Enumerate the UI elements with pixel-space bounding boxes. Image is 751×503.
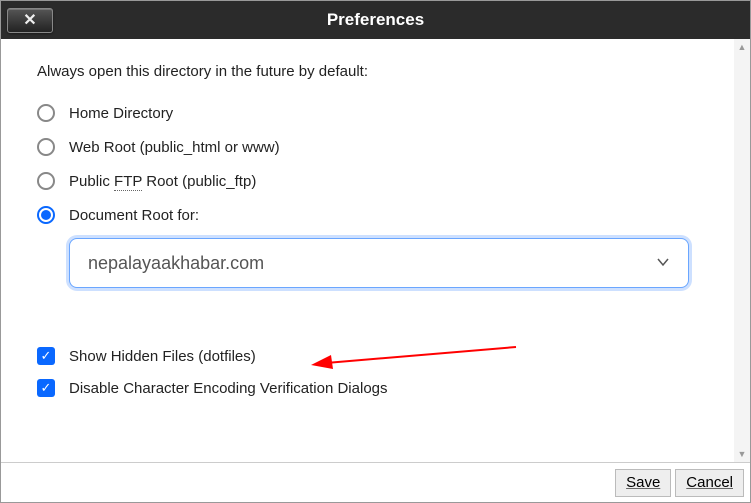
close-icon: ✕ xyxy=(23,10,36,30)
dialog-title: Preferences xyxy=(1,10,750,30)
titlebar: ✕ Preferences xyxy=(1,1,750,39)
radio-web-root[interactable]: Web Root (public_html or www) xyxy=(37,130,720,164)
radio-label: Public FTP Root (public_ftp) xyxy=(69,173,256,190)
checkbox-disable-encoding-verification[interactable]: ✓ Disable Character Encoding Verificatio… xyxy=(37,372,720,404)
checkbox-icon: ✓ xyxy=(37,379,55,397)
default-dir-label: Always open this directory in the future… xyxy=(37,63,720,80)
radio-label: Home Directory xyxy=(69,105,173,122)
radio-icon xyxy=(37,138,55,156)
scrollbar[interactable]: ▲ ▼ xyxy=(734,39,750,462)
scroll-up-icon: ▲ xyxy=(734,39,750,55)
radio-icon xyxy=(37,172,55,190)
cancel-button[interactable]: Cancel xyxy=(675,469,744,497)
checkbox-show-hidden-files[interactable]: ✓ Show Hidden Files (dotfiles) xyxy=(37,340,720,372)
checkbox-label: Show Hidden Files (dotfiles) xyxy=(69,348,256,365)
dialog-footer: Save Cancel xyxy=(1,462,750,502)
checkbox-label: Disable Character Encoding Verification … xyxy=(69,380,388,397)
radio-public-ftp-root[interactable]: Public FTP Root (public_ftp) xyxy=(37,164,720,198)
radio-dot-icon xyxy=(41,210,51,220)
options-checkbox-group: ✓ Show Hidden Files (dotfiles) ✓ Disable… xyxy=(37,340,720,404)
radio-label: Document Root for: xyxy=(69,207,199,224)
radio-home-directory[interactable]: Home Directory xyxy=(37,96,720,130)
radio-document-root[interactable]: Document Root for: xyxy=(37,198,720,232)
radio-label: Web Root (public_html or www) xyxy=(69,139,280,156)
scroll-down-icon: ▼ xyxy=(734,446,750,462)
document-root-select[interactable]: nepalayaakhabar.com xyxy=(69,238,689,288)
radio-icon xyxy=(37,206,55,224)
document-root-select-wrap: nepalayaakhabar.com xyxy=(69,238,720,288)
dialog-body: Always open this directory in the future… xyxy=(1,39,750,462)
checkbox-icon: ✓ xyxy=(37,347,55,365)
preferences-dialog: ✕ Preferences Always open this directory… xyxy=(0,0,751,503)
select-value: nepalayaakhabar.com xyxy=(88,253,264,274)
default-dir-radio-group: Home Directory Web Root (public_html or … xyxy=(37,96,720,288)
close-button[interactable]: ✕ xyxy=(7,8,53,33)
chevron-down-icon xyxy=(656,255,670,272)
radio-icon xyxy=(37,104,55,122)
save-button[interactable]: Save xyxy=(615,469,671,497)
